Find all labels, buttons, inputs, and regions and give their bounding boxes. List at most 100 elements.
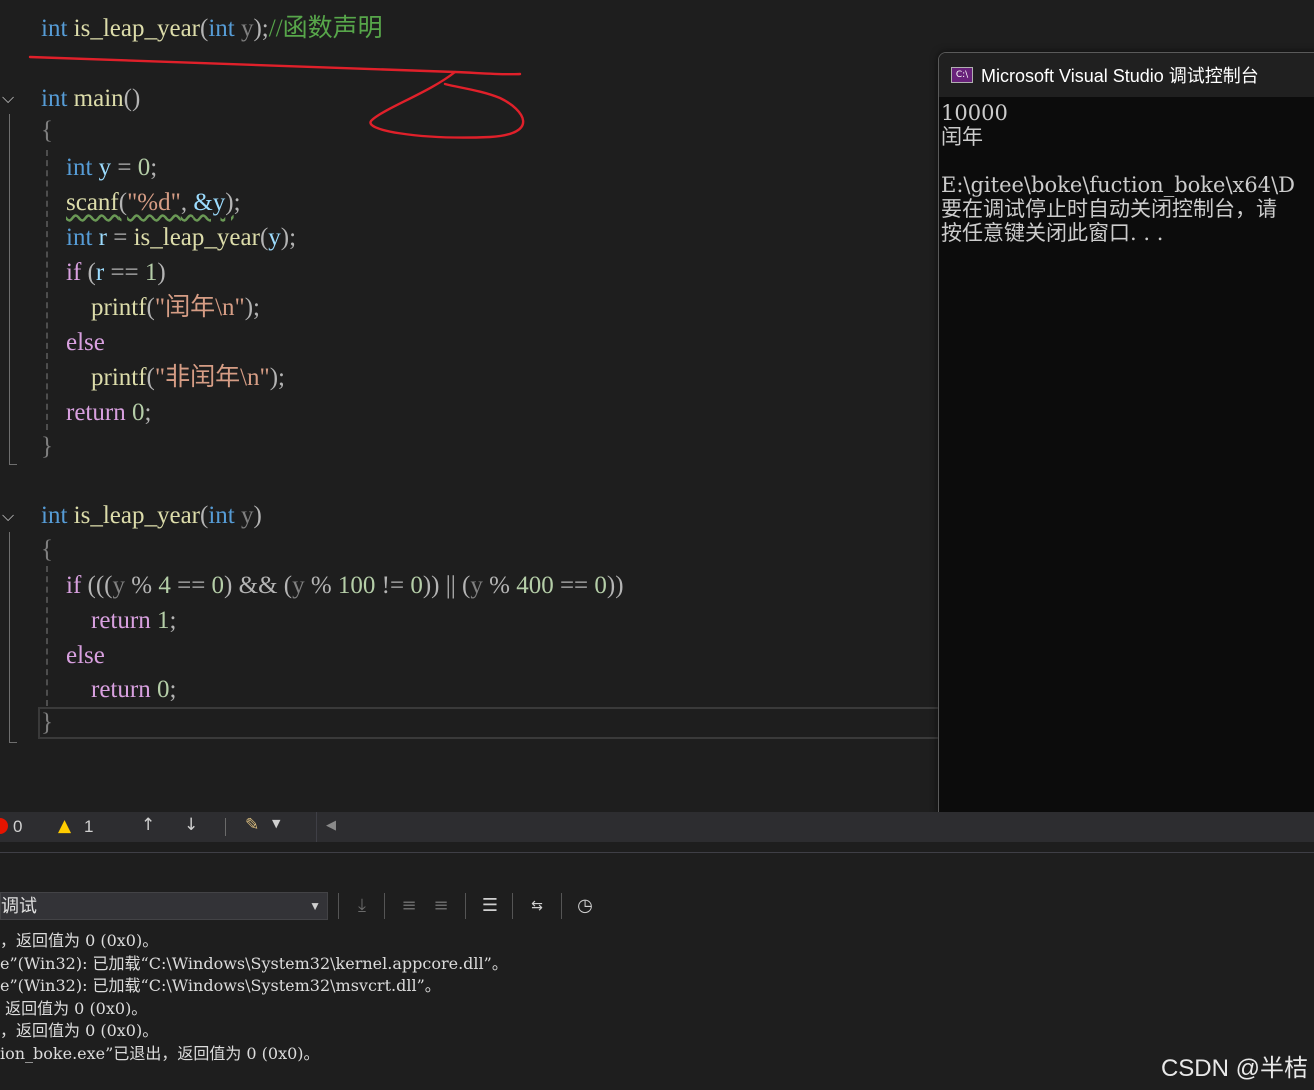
code-token: y [292, 572, 305, 599]
code-token: 1 [144, 259, 158, 286]
code-token: r [95, 259, 105, 286]
code-cleanup-brush-icon[interactable]: ✎ [245, 815, 259, 835]
code-token: != [375, 572, 411, 599]
code-cleanup-dropdown-icon[interactable]: ▼ [272, 817, 280, 830]
code-line[interactable]: if (r == 1) [41, 256, 166, 290]
code-token: 0 [131, 399, 145, 426]
code-line[interactable]: return 0; [41, 673, 176, 707]
console-app-icon: C:\ [951, 67, 973, 83]
toolbar-separator [561, 893, 562, 919]
code-token: int [66, 224, 93, 251]
go-to-current-icon[interactable]: ⤓ [349, 893, 375, 919]
code-token: if [66, 572, 82, 599]
code-token: 0 [156, 676, 170, 703]
code-token: 0 [137, 154, 151, 181]
error-count[interactable]: 0 [13, 817, 22, 837]
code-token: "%d" [127, 189, 181, 216]
code-line[interactable]: printf("非闰年\n"); [41, 361, 285, 395]
code-editor[interactable]: int is_leap_year(int y);//函数声明 int main()… [0, 0, 1314, 812]
code-token: ) [157, 259, 166, 286]
code-line[interactable]: else [41, 326, 105, 360]
code-line[interactable]: } [41, 430, 53, 464]
toolbar-separator [465, 893, 466, 919]
output-log[interactable]: ，返回值为 0 (0x0)。 e”(Win32): 已加载“C:\Windows\… [0, 930, 1314, 1090]
code-token: = [106, 224, 134, 251]
clear-all-icon[interactable]: ☰ [477, 893, 503, 919]
code-token: ; [150, 154, 158, 181]
code-token: printf [91, 364, 147, 391]
code-token: else [66, 642, 105, 669]
scroll-left-icon[interactable]: ◀ [326, 818, 336, 833]
code-token: r [92, 224, 107, 251]
status-separator [225, 818, 226, 836]
code-line[interactable]: int main() [41, 82, 140, 116]
code-token: scanf [66, 189, 119, 216]
code-token: return [91, 607, 151, 634]
output-line: ion_boke.exe”已退出，返回值为 0 (0x0)。 [0, 1043, 320, 1063]
previous-message-icon[interactable]: ≡ [396, 893, 422, 919]
code-line[interactable]: { [41, 533, 53, 567]
code-line[interactable]: printf("闰年\n"); [41, 291, 260, 325]
code-token: % [304, 572, 338, 599]
code-token: else [66, 329, 105, 356]
code-token: ; [233, 189, 241, 216]
code-token: is_leap_year [133, 224, 260, 251]
code-token: "非闰年\n" [154, 364, 270, 391]
next-message-icon[interactable]: ≡ [428, 893, 454, 919]
fold-is-leap-year-chevron-icon[interactable]: ⌵ [2, 506, 20, 525]
output-source-value: 调试 [1, 896, 37, 916]
code-line[interactable]: { [41, 114, 53, 148]
previous-issue-arrow-icon[interactable]: ↑ [141, 815, 155, 835]
code-token: ) && ( [224, 572, 293, 599]
code-line[interactable]: return 1; [41, 604, 176, 638]
code-line[interactable]: int r = is_leap_year(y); [41, 221, 296, 255]
word-wrap-icon[interactable]: ⇆ [524, 893, 550, 919]
output-source-select[interactable]: 调试 ▼ [0, 892, 328, 920]
console-titlebar[interactable]: C:\ Microsoft Visual Studio 调试控制台 [939, 53, 1314, 97]
code-line[interactable]: return 0; [41, 396, 151, 430]
code-line[interactable]: else [41, 639, 105, 673]
toolbar-separator [512, 893, 513, 919]
code-token: == [170, 572, 212, 599]
code-token: = [111, 154, 138, 181]
code-token: ); [269, 364, 286, 391]
code-token: int [208, 15, 235, 42]
debug-console-window[interactable]: C:\ Microsoft Visual Studio 调试控制台 10000 … [938, 52, 1314, 812]
output-line: 返回值为 0 (0x0)。 [0, 998, 148, 1018]
output-line: e”(Win32): 已加载“C:\Windows\System32\kerne… [0, 953, 508, 973]
next-issue-arrow-icon[interactable]: ↓ [184, 815, 198, 835]
code-token: ( [146, 294, 155, 321]
fold-main-chevron-icon[interactable]: ⌵ [2, 88, 20, 107]
status-separator [316, 812, 317, 842]
code-line[interactable]: int is_leap_year(int y) [41, 499, 262, 533]
code-line[interactable]: int is_leap_year(int y);//函数声明 [41, 12, 383, 46]
output-line: ，返回值为 0 (0x0)。 [0, 931, 159, 950]
code-token: ); [280, 224, 297, 251]
code-token: ) [253, 502, 262, 529]
code-token: y [234, 15, 254, 42]
indent-guide [46, 566, 48, 706]
error-icon [0, 818, 8, 834]
code-token: % [125, 572, 159, 599]
fold-end-is-leap-year [9, 742, 17, 743]
code-token: % [482, 572, 517, 599]
code-line[interactable]: if (((y % 4 == 0) && (y % 100 != 0)) || … [41, 569, 624, 603]
clock-icon[interactable]: ◷ [572, 893, 598, 919]
code-token: 0 [410, 572, 423, 599]
code-token: int [208, 502, 235, 529]
code-line[interactable]: int y = 0; [41, 151, 157, 185]
toolbar-separator [384, 893, 385, 919]
warning-count[interactable]: 1 [84, 817, 93, 837]
code-token: } [41, 433, 53, 460]
code-token: ( [81, 259, 96, 286]
code-token: )) || ( [422, 572, 471, 599]
code-line[interactable]: scanf("%d", &y); [41, 186, 241, 220]
code-token: == [104, 259, 145, 286]
warning-icon: ▲ [58, 816, 72, 836]
code-token: y [268, 224, 281, 251]
